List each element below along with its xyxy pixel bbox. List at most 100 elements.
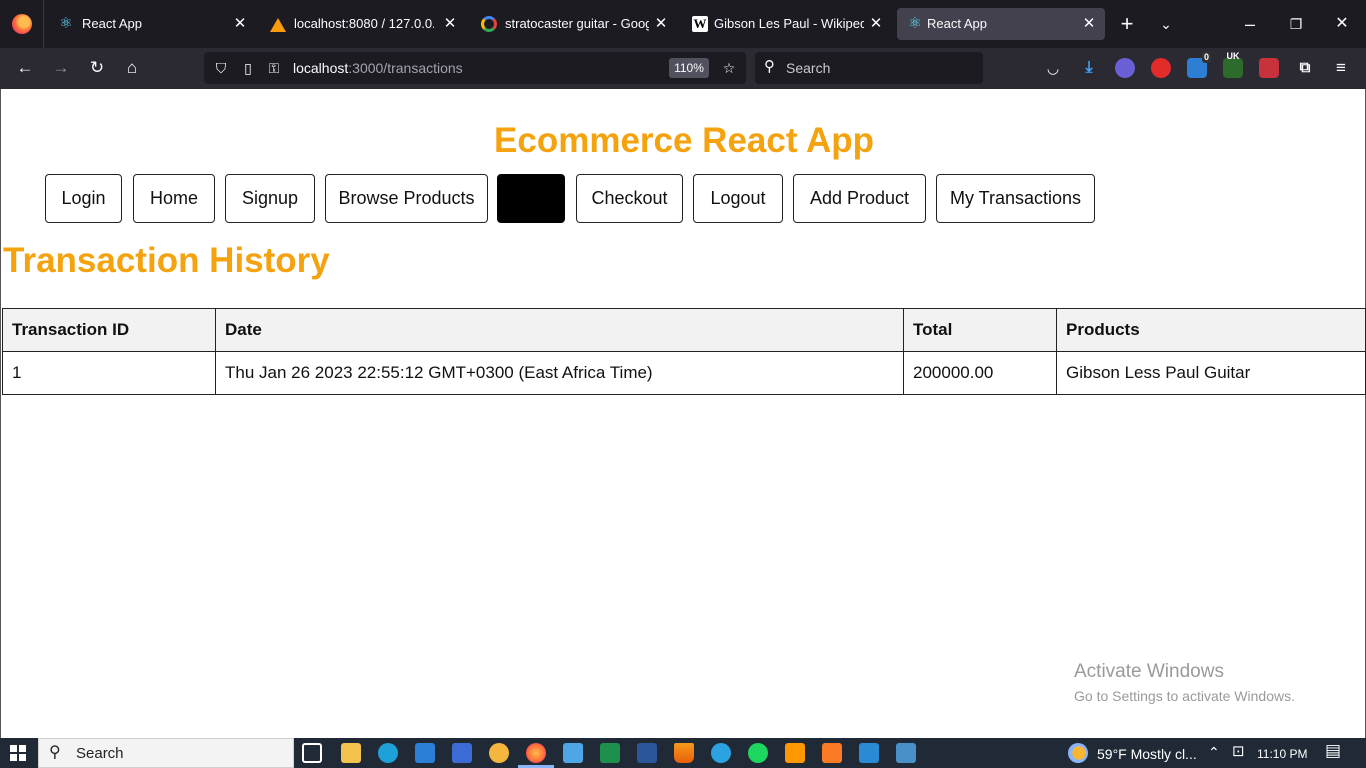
tab-label: Gibson Les Paul - Wikipedia <box>714 16 864 31</box>
bookmark-star-icon[interactable]: ☆ <box>720 59 738 77</box>
restore-icon[interactable]: ❐ <box>1286 14 1306 34</box>
tab-google-search[interactable]: stratocaster guitar - Google S ✕ <box>471 8 677 40</box>
tab-label: React App <box>82 16 142 31</box>
meet-now-icon[interactable]: ⊡ <box>1232 744 1245 760</box>
react-icon: ⚛ <box>59 15 73 32</box>
tab-wikipedia[interactable]: W Gibson Les Paul - Wikipedia ✕ <box>682 8 892 40</box>
date-cell: Thu Jan 26 2023 22:55:12 GMT+0300 (East … <box>215 351 904 395</box>
vscode-icon[interactable] <box>859 743 879 763</box>
total-cell: 200000.00 <box>903 351 1057 395</box>
tab-react-app-active[interactable]: ⚛ React App ✕ <box>897 8 1105 40</box>
tab-phpmyadmin[interactable]: localhost:8080 / 127.0.0.1 / ec ✕ <box>260 8 466 40</box>
shield-icon[interactable]: ⛉ <box>212 59 230 77</box>
activate-windows-watermark: Activate Windows Go to Settings to activ… <box>1074 660 1295 706</box>
transactions-table: Transaction ID Date Total Products 1 Thu… <box>2 308 1366 395</box>
minimize-icon[interactable]: – <box>1240 14 1260 34</box>
home-button[interactable]: Home <box>133 174 215 223</box>
my-transactions-button[interactable]: My Transactions <box>936 174 1095 223</box>
mail-icon[interactable] <box>415 743 435 763</box>
extension-icon[interactable] <box>1115 58 1135 78</box>
store-icon[interactable] <box>452 743 472 763</box>
spotify-icon[interactable] <box>748 743 768 763</box>
excel-icon[interactable] <box>600 743 620 763</box>
tab-close-icon[interactable]: ✕ <box>653 15 669 33</box>
url-text[interactable]: localhost:3000/transactions <box>293 60 463 76</box>
tab-bar: ⚛ React App ✕ localhost:8080 / 127.0.0.1… <box>0 0 1366 48</box>
downloads-icon[interactable]: ⤓ <box>1079 58 1099 78</box>
tab-close-icon[interactable]: ✕ <box>442 15 458 33</box>
table-header-row: Transaction ID Date Total Products <box>2 308 1366 352</box>
navigation-toolbar: ← → ↻ ⌂ ⛉ ▯ ⚿ localhost:3000/transaction… <box>0 48 1366 89</box>
extension-badge: 0 <box>1201 52 1211 63</box>
search-input[interactable]: ⚲ Search <box>755 52 983 84</box>
show-hidden-icons-chevron-icon[interactable]: ⌃ <box>1208 744 1220 760</box>
url-path: :3000/transactions <box>348 60 463 76</box>
tab-close-icon[interactable]: ✕ <box>868 15 884 33</box>
column-header: Total <box>903 308 1057 352</box>
logout-button[interactable]: Logout <box>693 174 783 223</box>
permissions-key-icon[interactable]: ⚿ <box>265 59 283 77</box>
table-row: 1 Thu Jan 26 2023 22:55:12 GMT+0300 (Eas… <box>2 351 1366 395</box>
list-tabs-chevron-icon[interactable]: ⌄ <box>1156 14 1176 34</box>
search-icon: ⚲ <box>764 58 775 75</box>
word-icon[interactable] <box>637 743 657 763</box>
window-close-icon[interactable]: ✕ <box>1332 14 1352 34</box>
browse-products-button[interactable]: Browse Products <box>325 174 488 223</box>
page-content: Ecommerce React App Login Home Signup Br… <box>0 89 1366 738</box>
transaction-id-cell: 1 <box>2 351 216 395</box>
weather-text[interactable]: 59°F Mostly cl... <box>1097 746 1197 762</box>
search-icon: ⚲ <box>49 744 61 761</box>
extensions-puzzle-icon[interactable]: ⧉ <box>1295 58 1315 78</box>
url-host: localhost <box>293 60 349 76</box>
reload-icon[interactable]: ↻ <box>85 57 109 79</box>
xampp-icon[interactable] <box>822 743 842 763</box>
column-header: Products <box>1056 308 1366 352</box>
checkout-button[interactable]: Checkout <box>576 174 683 223</box>
calendar-icon[interactable] <box>563 743 583 763</box>
clock-time[interactable]: 11:10 PM <box>1257 746 1307 762</box>
extension-icon[interactable]: UK <box>1223 51 1243 78</box>
ublock-icon[interactable] <box>1151 58 1171 78</box>
search-placeholder: Search <box>786 60 831 76</box>
watermark-title: Activate Windows <box>1074 661 1224 682</box>
new-tab-icon[interactable]: + <box>1117 13 1137 35</box>
forward-arrow-icon[interactable]: → <box>49 57 73 79</box>
firefox-icon[interactable] <box>526 743 546 763</box>
vlc-icon[interactable] <box>674 743 694 763</box>
zoom-level-button[interactable]: 110% <box>669 58 709 78</box>
sublime-text-icon[interactable] <box>785 743 805 763</box>
tab-close-icon[interactable]: ✕ <box>232 15 248 33</box>
tab-react-app-1[interactable]: ⚛ React App ✕ <box>48 8 256 40</box>
back-arrow-icon[interactable]: ← <box>13 57 37 79</box>
file-explorer-icon[interactable] <box>341 743 361 763</box>
notifications-icon[interactable]: ▤ <box>1325 742 1341 759</box>
products-cell: Gibson Less Paul Guitar <box>1056 351 1366 395</box>
taskbar-search-input[interactable]: ⚲ Search <box>38 738 294 768</box>
add-product-button[interactable]: Add Product <box>793 174 926 223</box>
unlabeled-button[interactable] <box>497 174 565 223</box>
column-header: Date <box>215 308 904 352</box>
extension-icon[interactable] <box>1259 58 1279 78</box>
pocket-icon[interactable]: ◡ <box>1043 58 1063 78</box>
phpmyadmin-icon <box>270 16 286 32</box>
google-icon <box>481 16 497 32</box>
login-button[interactable]: Login <box>45 174 122 223</box>
photos-icon[interactable] <box>896 743 916 763</box>
signup-button[interactable]: Signup <box>225 174 315 223</box>
tab-close-icon[interactable]: ✕ <box>1081 15 1097 33</box>
weather-icon[interactable] <box>1068 743 1088 763</box>
windows-start-icon[interactable] <box>10 745 26 761</box>
menu-hamburger-icon[interactable]: ≡ <box>1331 58 1351 78</box>
column-header: Transaction ID <box>2 308 216 352</box>
edge-icon[interactable] <box>378 743 398 763</box>
tab-label: React App <box>927 16 987 31</box>
url-bar[interactable]: ⛉ ▯ ⚿ localhost:3000/transactions 110% ☆ <box>204 52 746 84</box>
tab-label: localhost:8080 / 127.0.0.1 / ec <box>294 16 434 31</box>
extension-icon[interactable]: 0 <box>1187 52 1211 78</box>
telegram-icon[interactable] <box>711 743 731 763</box>
sticky-app-icon[interactable] <box>489 743 509 763</box>
page-icon[interactable]: ▯ <box>239 59 257 77</box>
home-icon[interactable]: ⌂ <box>120 57 144 79</box>
task-view-icon[interactable] <box>302 743 322 763</box>
firefox-logo-icon[interactable] <box>12 14 32 34</box>
